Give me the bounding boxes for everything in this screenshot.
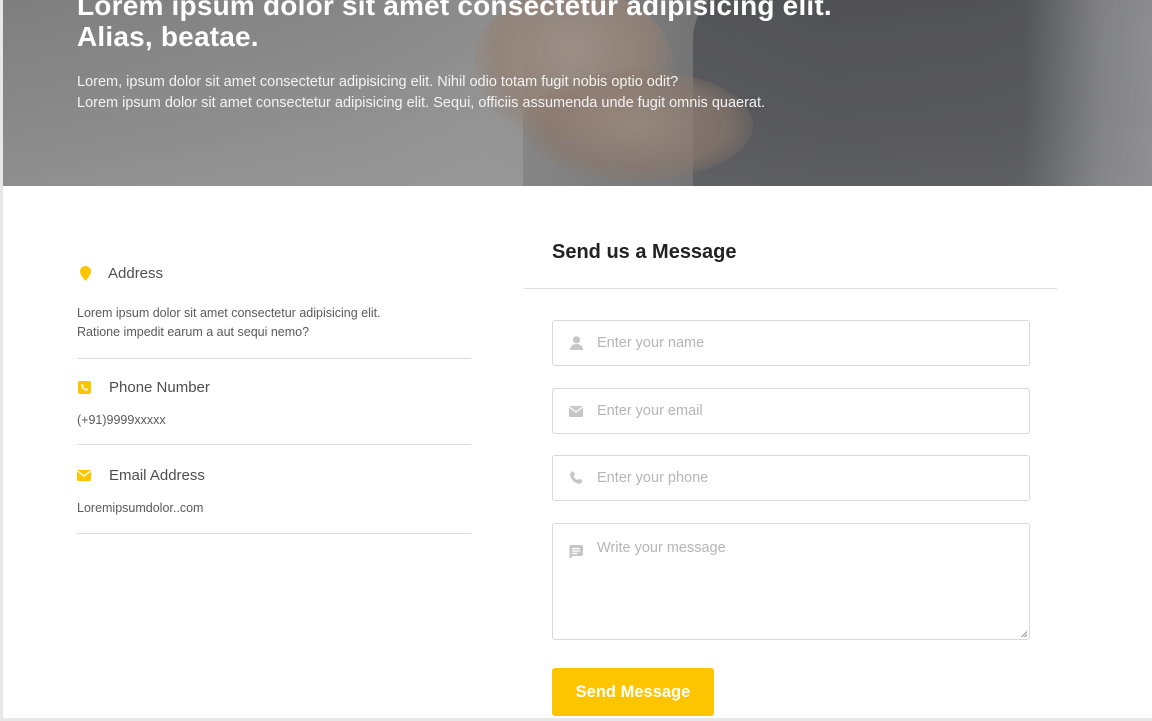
phone-field [552,455,1030,501]
address-line2: Ratione impedit earum a aut sequi nemo? [77,325,310,339]
address-line1: Lorem ipsum dolor sit amet consectetur a… [77,306,381,320]
email-field [552,388,1030,434]
map-pin-icon [78,265,92,281]
hero-text-line1: Lorem, ipsum dolor sit amet consectetur … [77,74,679,90]
email-input[interactable] [597,403,1017,419]
name-field [552,320,1030,366]
phone-icon [568,470,584,486]
name-input[interactable] [597,335,1017,351]
phone-title: Phone Number [109,378,210,396]
envelope-icon [77,468,91,482]
resize-handle[interactable] [1021,631,1027,637]
phone-value: (+91)9999xxxxx [77,413,166,427]
address-header: Address [78,258,471,288]
email-value: Loremipsumdolor..com [77,501,204,515]
hero-text-line2: Lorem ipsum dolor sit amet consectetur a… [77,95,766,111]
email-block: Email Address Loremipsumdolor..com [77,460,471,534]
address-block: Address Lorem ipsum dolor sit amet conse… [77,258,471,359]
email-header: Email Address [77,460,471,490]
phone-header: Phone Number [77,372,471,402]
hero-title-line2: Alias, beatae. [77,21,259,52]
phone-input[interactable] [597,470,1017,486]
hero-content: Lorem ipsum dolor sit amet consectetur a… [77,0,977,114]
phone-block: Phone Number (+91)9999xxxxx [77,372,471,445]
hero-banner: Lorem ipsum dolor sit amet consectetur a… [3,0,1152,186]
message-field [552,523,1030,640]
message-textarea[interactable] [597,540,1017,630]
send-message-button[interactable]: Send Message [552,668,714,716]
hero-title: Lorem ipsum dolor sit amet consectetur a… [77,0,977,52]
envelope-icon [568,403,584,419]
address-title: Address [108,264,164,282]
contact-info: Address Lorem ipsum dolor sit amet conse… [77,258,471,534]
page: Lorem ipsum dolor sit amet consectetur a… [0,0,1152,721]
address-text: Lorem ipsum dolor sit amet consectetur a… [77,304,457,358]
hero-description: Lorem, ipsum dolor sit amet consectetur … [77,72,977,114]
user-icon [568,335,584,351]
email-title: Email Address [109,466,205,484]
phone-square-icon [77,380,91,394]
form-title: Send us a Message [552,241,737,263]
comment-icon [568,544,584,560]
hero-title-line1: Lorem ipsum dolor sit amet consectetur a… [77,0,832,21]
form-divider [524,288,1057,289]
